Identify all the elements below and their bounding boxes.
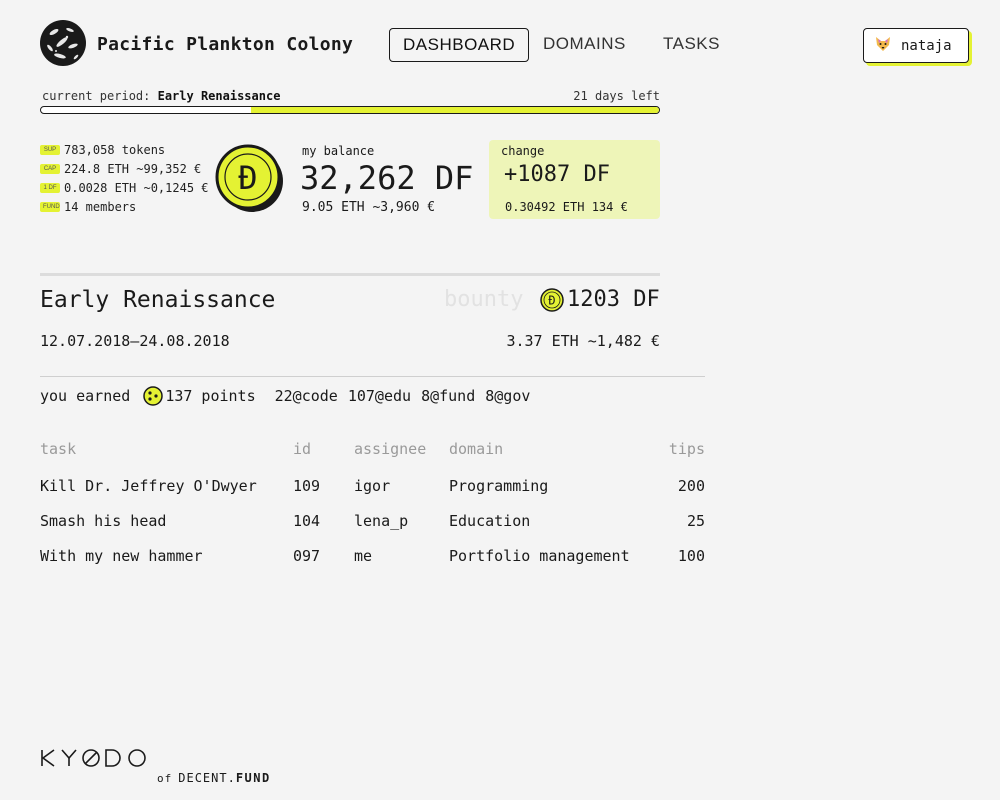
balance-value: 32,262 DF (300, 159, 474, 197)
nav-domains[interactable]: DOMAINS (543, 28, 626, 62)
days-left: 21 days left (573, 89, 660, 103)
supply-tag: SUP (40, 145, 60, 155)
col-header-domain[interactable]: domain (449, 440, 639, 468)
col-header-id[interactable]: id (293, 440, 354, 468)
colony-logo[interactable] (40, 20, 86, 66)
task-assignee: igor (354, 476, 391, 495)
period-title: Early Renaissance (40, 287, 276, 313)
task-name[interactable]: With my new hammer (40, 538, 293, 573)
fund-label: FUND (235, 771, 271, 785)
earned-summary: you earned 137 points 22@code 107@edu 8@… (40, 386, 530, 406)
change-value: +1087 DF (504, 162, 610, 187)
task-id: 104 (293, 511, 321, 530)
username: nataja (901, 37, 952, 54)
domain-points-gov: 8@gov (485, 387, 531, 405)
domain-points-code: 22@code (274, 387, 338, 405)
task-name[interactable]: Smash his head (40, 503, 293, 538)
balance-label: my balance (302, 144, 375, 158)
kyodo-logo[interactable] (40, 748, 150, 774)
of-label: of (157, 772, 173, 785)
task-id: 097 (293, 546, 321, 565)
task-domain: Education (449, 511, 531, 530)
task-table: task id assignee domain tips Kill Dr. Je… (40, 440, 705, 573)
period-progress-fill (251, 107, 659, 113)
divider (40, 376, 705, 377)
period-dates: 12.07.2018–24.08.2018 (40, 332, 230, 350)
stat-supply: SUP 783,058 tokens (40, 143, 165, 157)
nav-dashboard[interactable]: DASHBOARD (389, 28, 530, 62)
kyodo-wordmark (41, 749, 146, 767)
domain-points-edu: 107@edu (347, 387, 412, 405)
points-icon (143, 386, 164, 406)
stat-members: FUND 14 members (40, 200, 136, 214)
table-row[interactable]: Smash his head 104 lena_p Education 25 (40, 503, 705, 538)
task-tips: 200 (677, 476, 705, 495)
task-assignee: lena_p (354, 511, 409, 530)
period-label-prefix: current period: (42, 89, 158, 103)
coin-glyph: Ɖ (238, 159, 257, 197)
task-domain: Programming (449, 476, 549, 495)
colony-name: Pacific Plankton Colony (97, 34, 354, 55)
members-value: 14 members (64, 200, 137, 214)
coin-glyph: Ɖ (548, 294, 555, 308)
bounty-sub: 3.37 ETH ~1,482 € (506, 332, 660, 350)
task-assignee: me (354, 546, 373, 565)
stat-cap: CAP 224.8 ETH ~99,352 € (40, 162, 201, 176)
token-price-value: 0.0028 ETH ~0,1245 € (64, 181, 209, 195)
earned-prefix: you earned (40, 387, 131, 405)
task-tips: 25 (686, 511, 705, 530)
bounty-label: bounty (444, 287, 524, 312)
task-domain: Portfolio management (449, 546, 630, 565)
df-coin-icon: Ɖ (540, 288, 564, 312)
divider (40, 273, 660, 276)
col-header-tips[interactable]: tips (639, 440, 705, 468)
decent-label: DECENT. (178, 771, 236, 785)
stat-token-price: 1 DF 0.0028 ETH ~0,1245 € (40, 181, 209, 195)
task-name[interactable]: Kill Dr. Jeffrey O'Dwyer (40, 468, 293, 503)
col-header-task[interactable]: task (40, 440, 293, 468)
change-sub: 0.30492 ETH 134 € (505, 200, 628, 214)
col-header-assignee[interactable]: assignee (354, 440, 449, 468)
period-name: Early Renaissance (157, 89, 281, 103)
decent-fund-credit[interactable]: of DECENT.FUND (157, 771, 271, 785)
df-coin-icon: Ɖ (215, 143, 285, 213)
supply-value: 783,058 tokens (64, 143, 166, 157)
current-period-label: current period: Early Renaissance (42, 89, 280, 103)
change-card: change +1087 DF 0.30492 ETH 134 € (489, 140, 660, 219)
cap-tag: CAP (40, 164, 60, 174)
user-menu-button[interactable]: nataja (863, 28, 969, 63)
table-row[interactable]: Kill Dr. Jeffrey O'Dwyer 109 igor Progra… (40, 468, 705, 503)
task-id: 109 (293, 476, 321, 495)
earned-points: 137 points (165, 387, 256, 405)
fund-tag: FUND (40, 202, 60, 212)
change-label: change (501, 144, 545, 158)
task-tips: 100 (677, 546, 705, 565)
table-header: task id assignee domain tips (40, 440, 705, 468)
cap-value: 224.8 ETH ~99,352 € (64, 162, 202, 176)
token-price-tag: 1 DF (40, 183, 60, 193)
balance-sub: 9.05 ETH ~3,960 € (302, 200, 436, 215)
domain-points-fund: 8@fund (421, 387, 476, 405)
bounty-value: 1203 DF (567, 287, 660, 312)
fox-avatar-icon (874, 35, 892, 57)
nav-tasks[interactable]: TASKS (663, 28, 720, 62)
period-progress-bar (40, 106, 660, 114)
table-row[interactable]: With my new hammer 097 me Portfolio mana… (40, 538, 705, 573)
